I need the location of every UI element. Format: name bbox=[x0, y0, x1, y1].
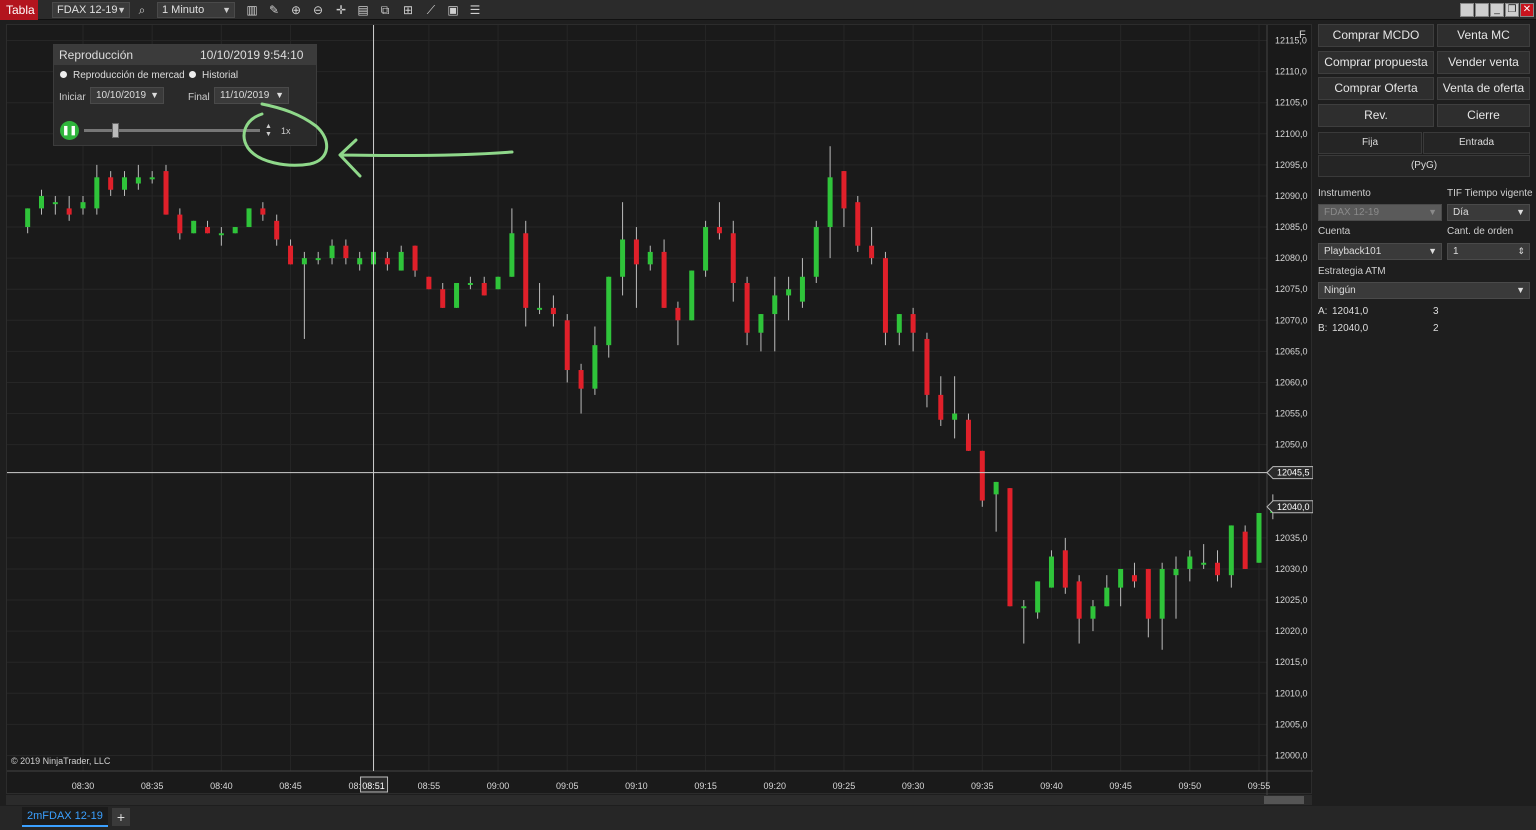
account-select[interactable]: Playback101 ▼ bbox=[1318, 243, 1442, 260]
annotation-circle bbox=[242, 102, 328, 167]
atm-strategy-value: Ningún bbox=[1324, 285, 1356, 296]
annotation-arrow bbox=[338, 138, 514, 178]
sell-ask-button[interactable]: Vender venta bbox=[1437, 51, 1530, 74]
close-position-button[interactable]: Cierre bbox=[1437, 104, 1530, 127]
annotation-overlay bbox=[242, 102, 514, 178]
instrument-select-value: FDAX 12-19 bbox=[1324, 207, 1380, 218]
chevron-down-icon: ▼ bbox=[1516, 285, 1525, 295]
chevron-down-icon: ▼ bbox=[1428, 207, 1437, 217]
instrument-select: FDAX 12-19 ▼ bbox=[1318, 204, 1442, 221]
sell-offer-button[interactable]: Venta de oferta bbox=[1437, 77, 1530, 100]
chart-window: Tabla FDAX 12-19 ▼ ⌕ 1 Minuto ▼ ▥ ✎ ⊕ ⊖ … bbox=[0, 0, 1536, 830]
qty-input-value: 1 bbox=[1453, 246, 1459, 257]
bid-price: 12040,0 bbox=[1332, 323, 1369, 334]
atm-strategy-label: Estrategia ATM bbox=[1318, 266, 1386, 277]
ask-label: A: bbox=[1318, 306, 1328, 317]
bid-label: B: bbox=[1318, 323, 1328, 334]
qty-label: Cant. de orden bbox=[1447, 226, 1514, 237]
entry-toggle[interactable]: Entrada bbox=[1423, 132, 1530, 154]
buy-bid-button[interactable]: Comprar propuesta bbox=[1318, 51, 1434, 74]
account-select-value: Playback101 bbox=[1324, 246, 1382, 257]
ask-size: 3 bbox=[1433, 306, 1439, 317]
scrollbar-thumb[interactable] bbox=[1264, 796, 1304, 804]
atm-strategy-select[interactable]: Ningún ▼ bbox=[1318, 282, 1530, 299]
tif-label: TIF Tiempo vigente bbox=[1447, 188, 1533, 199]
spinner-icon[interactable]: ⇕ bbox=[1517, 244, 1525, 259]
buy-market-button[interactable]: Comprar MCDO bbox=[1318, 24, 1434, 47]
tif-select[interactable]: Día ▼ bbox=[1447, 204, 1530, 221]
order-entry-panel: Comprar MCDO Venta MC Comprar propuesta … bbox=[1315, 22, 1533, 352]
pnl-display: (PyG) bbox=[1318, 155, 1530, 177]
chevron-down-icon: ▼ bbox=[1516, 207, 1525, 217]
bid-size: 2 bbox=[1433, 323, 1439, 334]
tab-instrument[interactable]: 2mFDAX 12-19 bbox=[22, 807, 108, 827]
qty-input[interactable]: 1 ⇕ bbox=[1447, 243, 1530, 260]
chart-tab-strip: 2mFDAX 12-19 + bbox=[0, 806, 1536, 830]
chevron-down-icon: ▼ bbox=[1428, 246, 1437, 256]
buy-offer-button[interactable]: Comprar Oferta bbox=[1318, 77, 1434, 100]
instrument-label: Instrumento bbox=[1318, 188, 1371, 199]
chart-scrollbar[interactable] bbox=[6, 795, 1312, 805]
fixed-toggle[interactable]: Fija bbox=[1318, 132, 1422, 154]
ask-price: 12041,0 bbox=[1332, 306, 1369, 317]
account-label: Cuenta bbox=[1318, 226, 1351, 237]
add-tab-button[interactable]: + bbox=[112, 808, 130, 826]
tif-select-value: Día bbox=[1453, 207, 1469, 218]
sell-market-button[interactable]: Venta MC bbox=[1437, 24, 1530, 47]
reverse-button[interactable]: Rev. bbox=[1318, 104, 1434, 127]
